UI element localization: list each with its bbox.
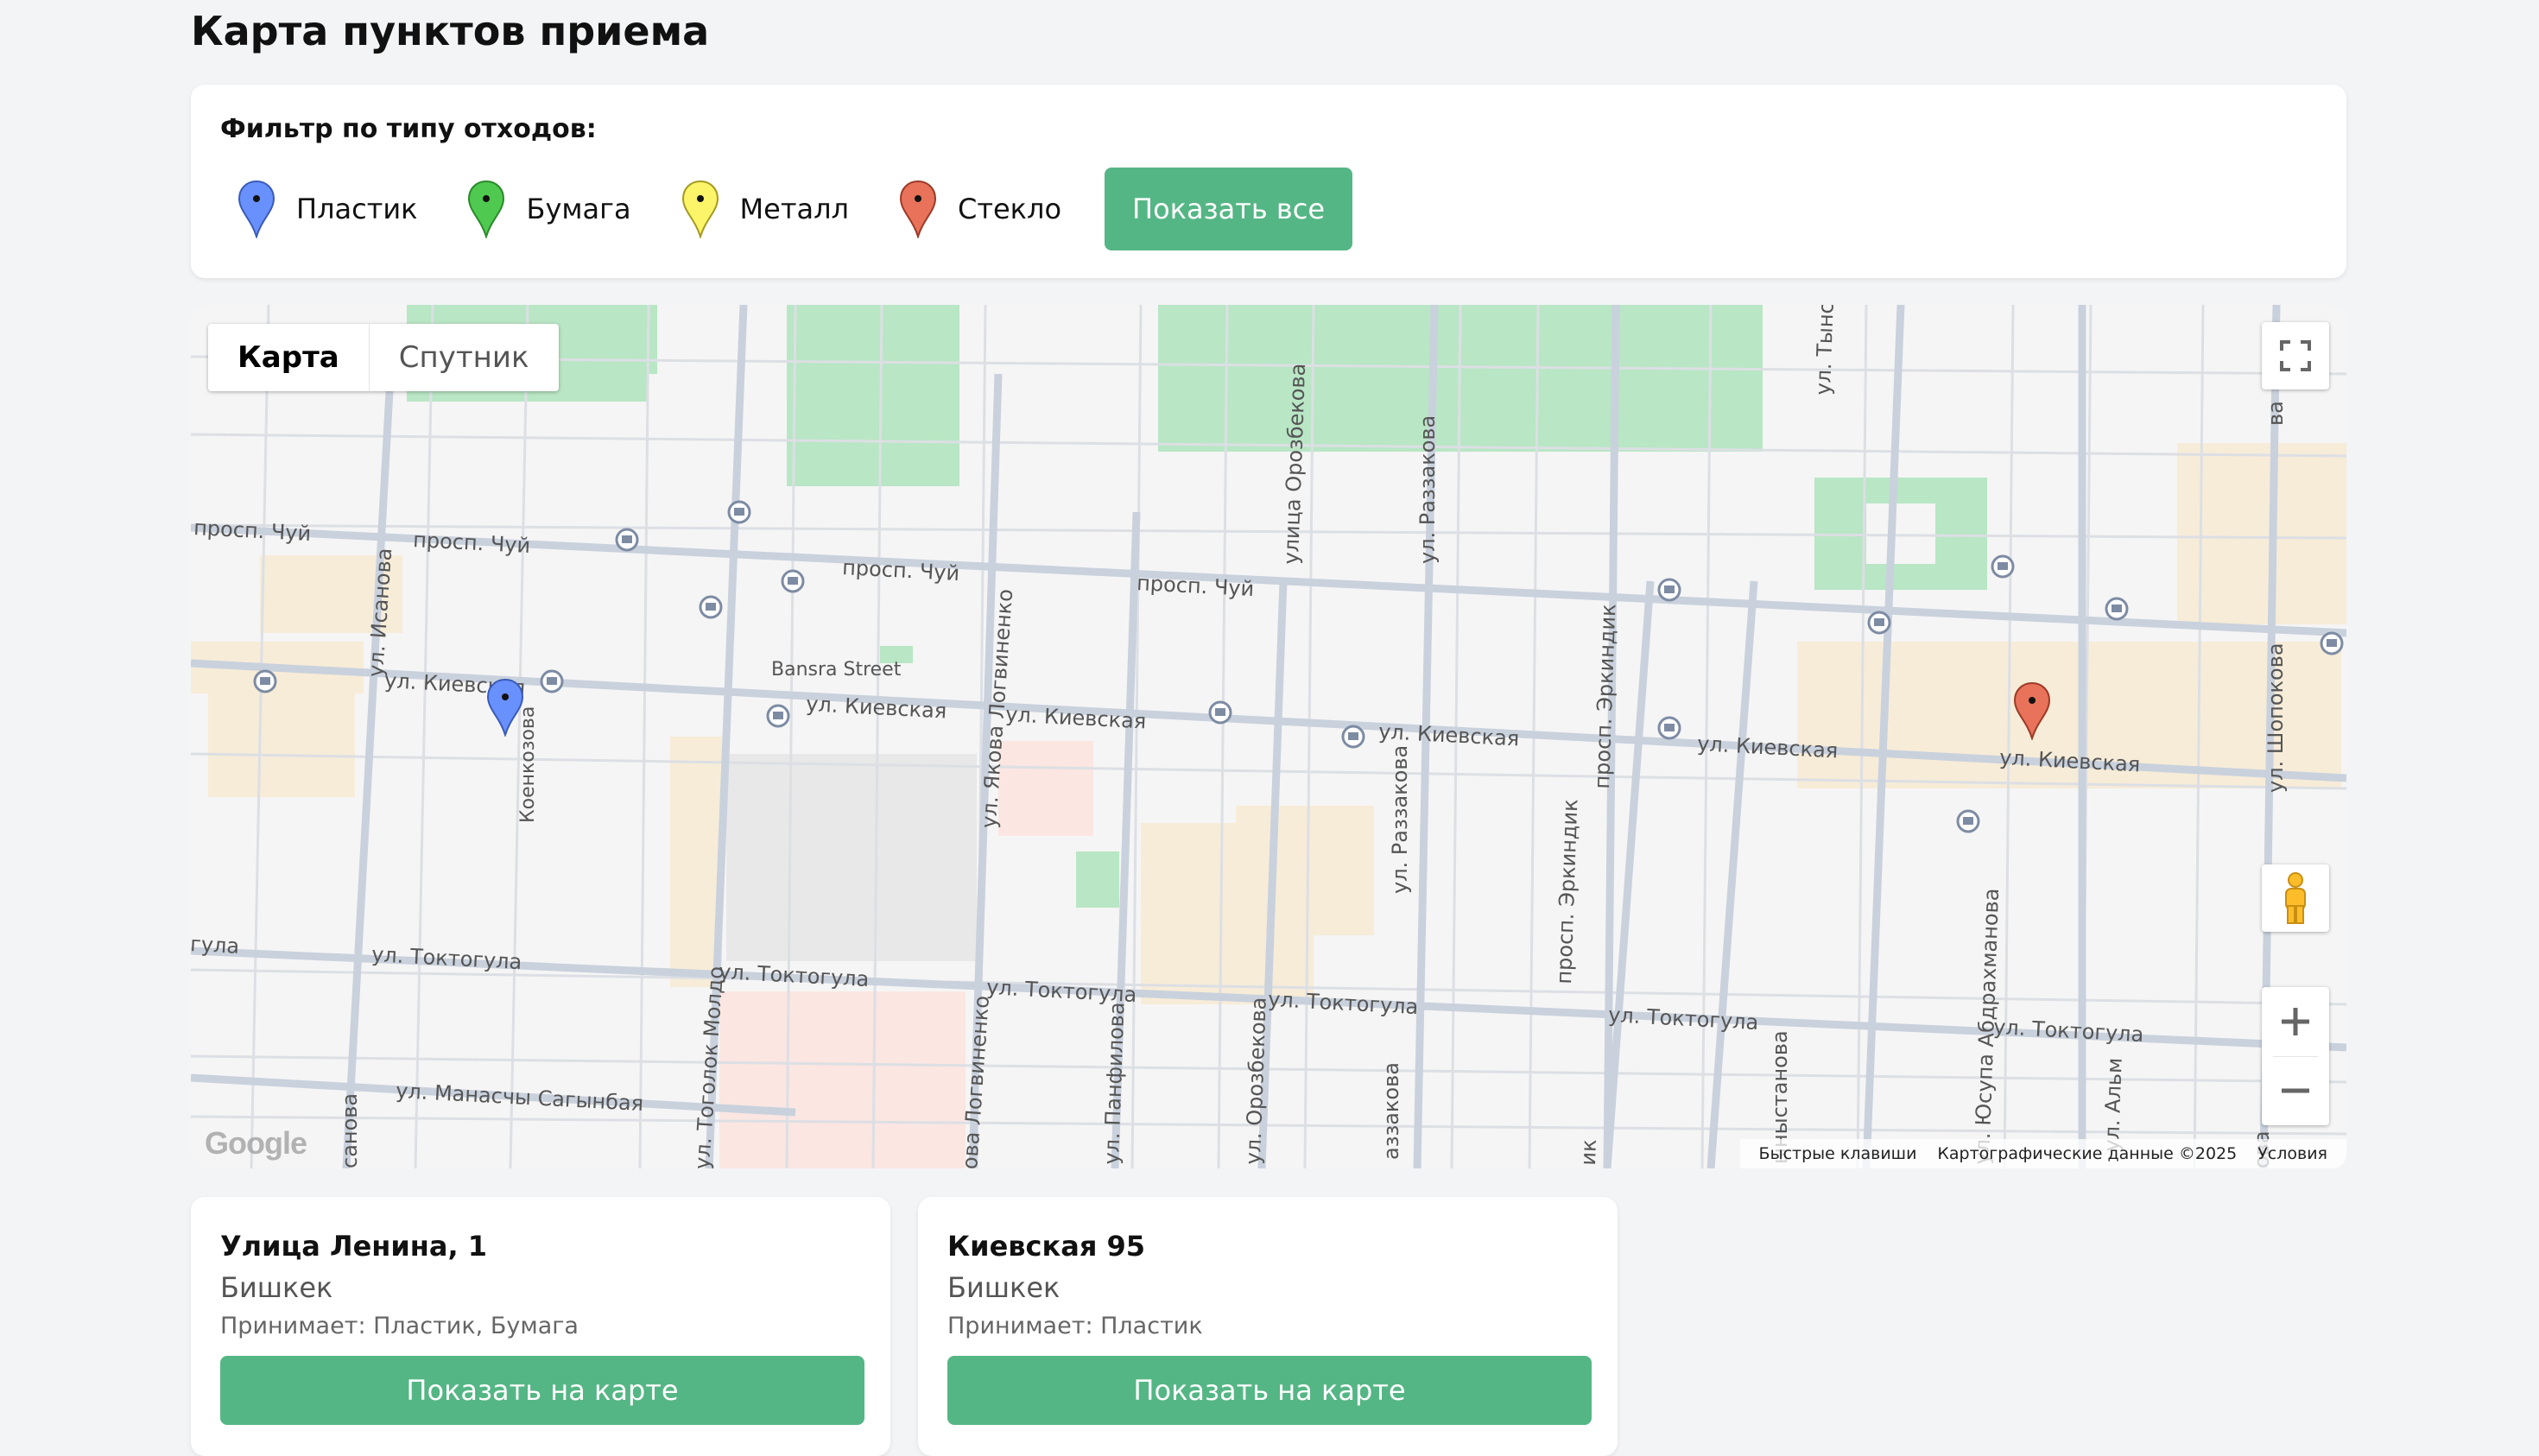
point-accepts: Принимает: Пластик xyxy=(947,1313,1203,1339)
tab-satellite[interactable]: Спутник xyxy=(370,324,559,391)
filter-heading: Фильтр по типу отходов: xyxy=(220,114,597,144)
point-accepts: Принимает: Пластик, Бумага xyxy=(220,1313,579,1339)
blue-pin-icon xyxy=(237,180,275,238)
google-logo: Google xyxy=(205,1125,307,1161)
street-label: аззакова xyxy=(1379,1062,1403,1160)
green-pin-icon xyxy=(468,180,505,238)
map-type-control: Карта Спутник xyxy=(208,324,559,391)
tab-map[interactable]: Карта xyxy=(208,324,370,391)
fullscreen-icon xyxy=(2280,340,2311,371)
point-city: Бишкек xyxy=(947,1271,1061,1304)
filter-label: Бумага xyxy=(526,193,631,225)
street-label: ул. Раззакова xyxy=(1388,744,1412,894)
map[interactable]: просп. Чуй просп. Чуй просп. Чуй просп. … xyxy=(191,305,2346,1168)
point-title: Улица Ленина, 1 xyxy=(220,1230,488,1263)
point-card: Улица Ленина, 1 Бишкек Принимает: Пласти… xyxy=(191,1197,890,1456)
park-area xyxy=(1076,851,1119,908)
page-title: Карта пунктов приема xyxy=(191,8,710,54)
street-label: гула xyxy=(191,932,240,959)
street-label: ул. Тынс xyxy=(1811,305,1839,396)
filter-label: Металл xyxy=(739,193,849,225)
street-label: ул. Раззакова xyxy=(1415,415,1440,564)
filter-label: Стекло xyxy=(958,193,1062,225)
fullscreen-button[interactable] xyxy=(2262,322,2329,389)
filter-label: Пластик xyxy=(296,193,418,225)
point-card: Киевская 95 Бишкек Принимает: Пластик По… xyxy=(918,1197,1618,1456)
filter-row: Пластик Бумага Металл Стекло Показать вс… xyxy=(237,168,1353,250)
street-label: ул. Шопокова xyxy=(2264,643,2288,793)
show-on-map-button[interactable]: Показать на карте xyxy=(220,1356,864,1425)
show-all-button[interactable]: Показать все xyxy=(1105,168,1353,250)
blue-marker-icon[interactable] xyxy=(486,678,524,737)
point-title: Киевская 95 xyxy=(947,1230,1146,1263)
street-label: ва xyxy=(2264,401,2288,426)
map-data-text: Картографические данные ©2025 xyxy=(1937,1144,2238,1163)
street-label: санова xyxy=(338,1092,362,1168)
point-city: Бишкек xyxy=(220,1271,333,1304)
park-area xyxy=(1158,305,1443,352)
map-attribution: Быстрые клавиши Картографические данные … xyxy=(1739,1139,2346,1168)
park-area xyxy=(545,305,657,374)
filter-panel: Фильтр по типу отходов: Пластик Бумага М… xyxy=(191,85,2346,278)
yellow-pin-icon xyxy=(681,180,719,238)
street-label: ул. Альм xyxy=(2099,1057,2127,1152)
filter-glass[interactable]: Стекло xyxy=(899,180,1061,238)
keyboard-shortcuts-link[interactable]: Быстрые клавиши xyxy=(1759,1144,1917,1163)
filter-paper[interactable]: Бумага xyxy=(467,180,631,238)
zoom-out-icon xyxy=(2282,1088,2309,1093)
show-on-map-button[interactable]: Показать на карте xyxy=(947,1356,1592,1425)
zoom-control xyxy=(2262,987,2329,1125)
park-area xyxy=(787,305,908,357)
street-label: ик xyxy=(1576,1138,1602,1166)
pegman-icon xyxy=(2285,872,2306,924)
red-marker-icon[interactable] xyxy=(2013,681,2051,740)
zoom-in-icon xyxy=(2282,1007,2309,1035)
terms-link[interactable]: Условия xyxy=(2257,1144,2327,1163)
red-pin-icon xyxy=(899,180,937,238)
zoom-out-button[interactable] xyxy=(2262,1057,2329,1126)
street-view-button[interactable] xyxy=(2262,864,2329,932)
filter-plastic[interactable]: Пластик xyxy=(237,180,417,238)
street-label: Bansra Street xyxy=(771,659,902,681)
filter-metal[interactable]: Металл xyxy=(681,180,849,238)
zoom-in-button[interactable] xyxy=(2262,987,2329,1056)
